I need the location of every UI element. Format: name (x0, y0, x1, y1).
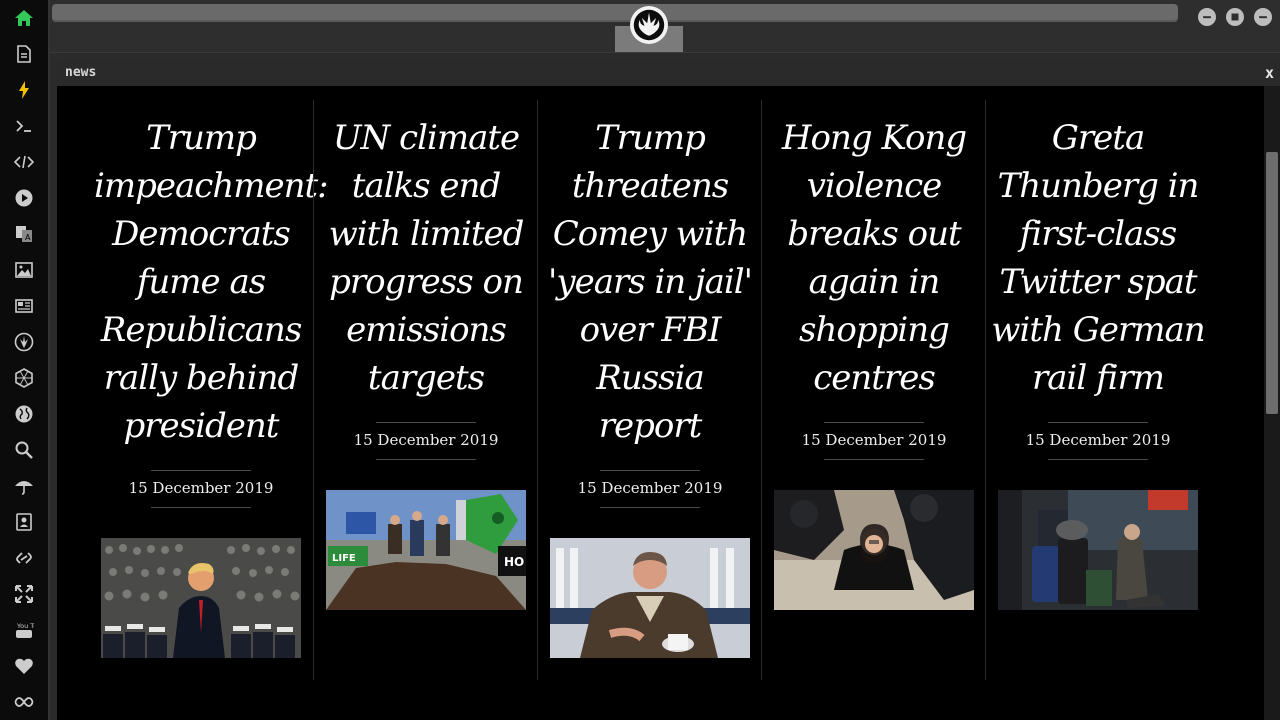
article-card[interactable]: Greta Thunberg in first-class Twitter sp… (985, 100, 1210, 680)
news-window: news x Trump impeachment: Democrats fume… (57, 60, 1280, 720)
article-card[interactable]: Trump impeachment: Democrats fume as Rep… (89, 100, 329, 680)
terminal-icon[interactable] (12, 114, 36, 138)
trump-cadets-photo[interactable] (101, 538, 301, 658)
maximize-button[interactable] (1226, 8, 1244, 26)
search-icon[interactable] (12, 438, 36, 462)
article-date: 15 December 2019 (577, 479, 723, 497)
article-headline[interactable]: Trump impeachment: Democrats fume as Rep… (94, 114, 329, 450)
hong-kong-arrest-photo[interactable] (774, 490, 974, 610)
infinity-icon[interactable] (12, 690, 36, 714)
code-icon[interactable] (12, 150, 36, 174)
address-bar[interactable] (52, 4, 1178, 22)
link-icon[interactable] (12, 546, 36, 570)
article-date: 15 December 2019 (128, 479, 274, 497)
rebel-icon[interactable] (12, 330, 36, 354)
sidebar: A You Tube (0, 0, 50, 720)
article-date-box: 15 December 2019 (802, 422, 946, 460)
image-icon[interactable] (12, 258, 36, 282)
article-card[interactable]: UN climate talks end with limited progre… (313, 100, 538, 680)
greta-train-photo[interactable] (998, 490, 1198, 610)
close-window-button[interactable] (1254, 8, 1272, 26)
window-title: news (65, 65, 97, 80)
article-date-box: 15 December 2019 (354, 422, 498, 460)
minimize-button[interactable] (1198, 8, 1216, 26)
article-date-box: 15 December 2019 (1026, 422, 1170, 460)
globe-icon[interactable] (12, 402, 36, 426)
bolt-icon[interactable] (12, 78, 36, 102)
youtube-icon[interactable]: You Tube (12, 618, 36, 642)
article-date: 15 December 2019 (801, 431, 947, 449)
scrollbar[interactable] (1264, 86, 1280, 720)
svg-text:HO: HO (504, 555, 524, 569)
window-close-button[interactable]: x (1265, 64, 1274, 82)
svg-text:A: A (25, 233, 31, 242)
article-headline[interactable]: UN climate talks end with limited progre… (319, 114, 533, 402)
article-headline[interactable]: Trump threatens Comey with 'years in jai… (543, 114, 757, 450)
top-bar (50, 0, 1280, 53)
article-headline[interactable]: Hong Kong violence breaks out again in s… (767, 114, 981, 402)
article-card[interactable]: Hong Kong violence breaks out again in s… (761, 100, 986, 680)
hexagon-icon[interactable] (12, 366, 36, 390)
newspaper-icon[interactable] (12, 294, 36, 318)
home-icon[interactable] (12, 6, 36, 30)
rebel-alliance-logo[interactable] (630, 6, 668, 44)
window-header: news x (57, 60, 1280, 86)
article-date-box: 15 December 2019 (578, 470, 722, 508)
youtube-label-you: You Tube (16, 622, 34, 630)
article-headline[interactable]: Greta Thunberg in first-class Twitter sp… (991, 114, 1205, 402)
file-icon[interactable] (12, 42, 36, 66)
umbrella-icon[interactable] (12, 474, 36, 498)
article-date: 15 December 2019 (1025, 431, 1171, 449)
article-date-box: 15 December 2019 (129, 470, 273, 508)
heart-icon[interactable] (12, 654, 36, 678)
article-date: 15 December 2019 (353, 431, 499, 449)
climate-protest-photo[interactable]: LIFE HO (326, 490, 526, 610)
comey-interview-photo[interactable] (550, 538, 750, 658)
expand-icon[interactable] (12, 582, 36, 606)
article-card[interactable]: Trump threatens Comey with 'years in jai… (537, 100, 762, 680)
svg-text:LIFE: LIFE (332, 553, 356, 564)
scrollbar-thumb[interactable] (1266, 152, 1278, 414)
contact-icon[interactable] (12, 510, 36, 534)
play-icon[interactable] (12, 186, 36, 210)
translate-icon[interactable]: A (12, 222, 36, 246)
